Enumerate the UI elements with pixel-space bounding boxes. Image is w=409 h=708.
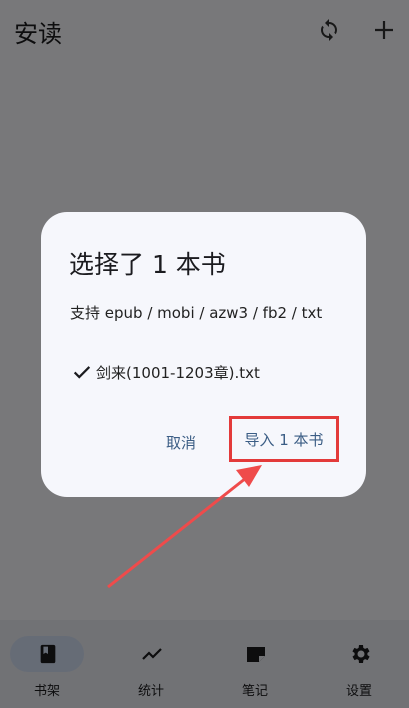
- import-dialog: 选择了 1 本书 支持 epub / mobi / azw3 / fb2 / t…: [41, 212, 366, 497]
- import-button[interactable]: 导入 1 本书: [229, 416, 339, 462]
- dialog-title: 选择了 1 本书: [69, 250, 226, 279]
- selected-file-row: 剑来(1001-1203章).txt: [71, 360, 260, 384]
- supported-formats-text: 支持 epub / mobi / azw3 / fb2 / txt: [70, 304, 323, 322]
- selected-file-name: 剑来(1001-1203章).txt: [96, 363, 260, 382]
- cancel-button[interactable]: 取消: [153, 426, 209, 458]
- check-icon: [73, 366, 91, 379]
